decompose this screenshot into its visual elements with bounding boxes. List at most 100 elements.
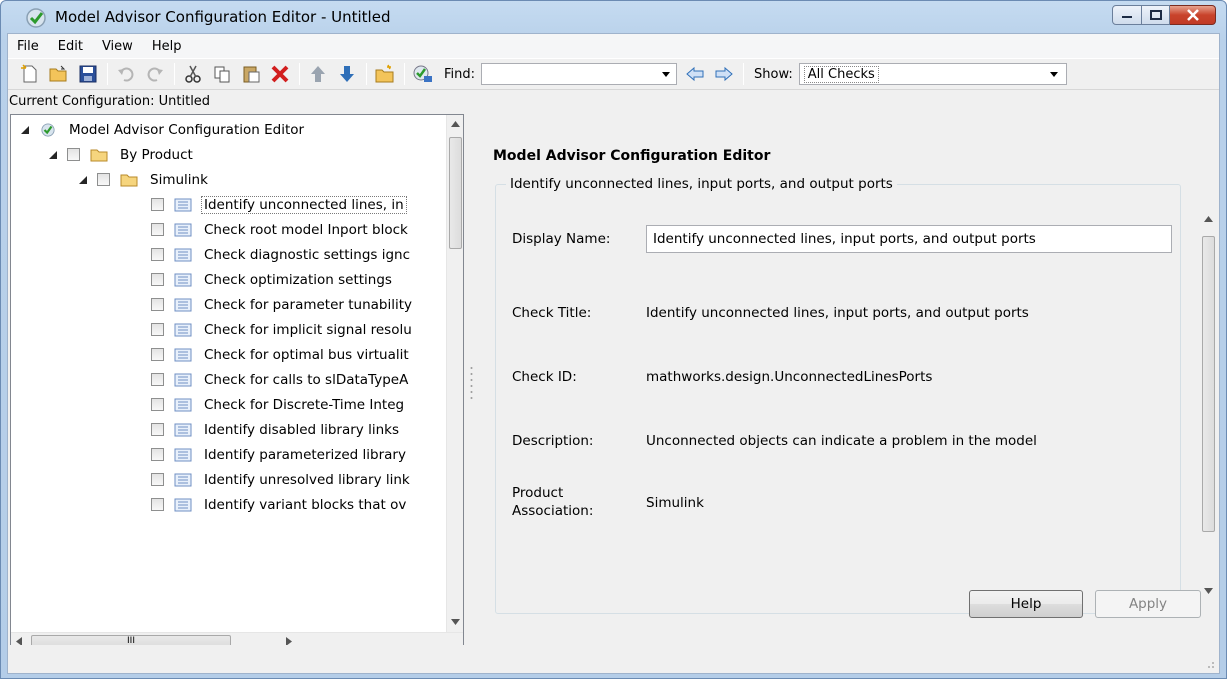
maximize-button[interactable] (1142, 5, 1170, 25)
toolbar-separator (174, 63, 175, 85)
tree-check-item[interactable]: Check diagnostic settings ignc (151, 242, 412, 267)
checkbox[interactable] (151, 373, 164, 386)
panel-splitter[interactable] (470, 364, 473, 404)
cut-button[interactable] (181, 62, 205, 86)
save-icon (79, 65, 97, 83)
maximize-icon (1149, 10, 1162, 20)
tree-check-item[interactable]: Identify unresolved library link (151, 467, 412, 492)
tree-check-item[interactable]: Check for optimal bus virtualit (151, 342, 411, 367)
tree-check-item[interactable]: Identify variant blocks that ov (151, 492, 408, 517)
checkbox[interactable] (151, 248, 164, 261)
tree-node-by-product[interactable]: By Product (49, 142, 195, 167)
close-button[interactable] (1170, 5, 1216, 25)
check-title-value: Identify unconnected lines, input ports,… (646, 305, 1029, 321)
save-button[interactable] (76, 62, 100, 86)
chevron-down-icon[interactable] (1049, 72, 1058, 77)
resize-grip-icon[interactable] (1205, 659, 1215, 669)
help-button[interactable]: Help (969, 590, 1083, 618)
delete-button[interactable] (268, 62, 292, 86)
checkbox[interactable] (151, 223, 164, 236)
scroll-thumb[interactable] (449, 137, 462, 249)
tree-check-item[interactable]: Check root model Inport block (151, 217, 410, 242)
tree-check-item[interactable]: Identify parameterized library (151, 442, 408, 467)
tree-vertical-scrollbar[interactable] (446, 115, 463, 633)
properties-vertical-scrollbar[interactable] (1200, 206, 1217, 618)
checkbox[interactable] (151, 398, 164, 411)
scroll-thumb[interactable] (1202, 236, 1215, 532)
minimize-button[interactable] (1112, 5, 1142, 25)
tree-check-item[interactable]: Check for Discrete-Time Integ (151, 392, 406, 417)
display-name-value: Identify unconnected lines, input ports,… (653, 231, 1036, 247)
checkbox[interactable] (151, 348, 164, 361)
check-item-icon (174, 373, 192, 386)
find-previous-button[interactable] (683, 62, 707, 86)
checkbox[interactable] (151, 423, 164, 436)
model-advisor-button[interactable] (411, 62, 435, 86)
minimize-icon (1122, 16, 1132, 18)
menu-help[interactable]: Help (147, 37, 192, 56)
checkbox[interactable] (151, 273, 164, 286)
product-association-label-line2: Association: (512, 503, 594, 519)
move-up-button[interactable] (306, 62, 330, 86)
checkbox[interactable] (151, 298, 164, 311)
checkbox[interactable] (151, 448, 164, 461)
menu-view[interactable]: View (97, 37, 143, 56)
display-name-input[interactable]: Identify unconnected lines, input ports,… (646, 225, 1172, 253)
paste-button[interactable] (239, 62, 263, 86)
copy-button[interactable] (210, 62, 234, 86)
checkbox[interactable] (151, 323, 164, 336)
tree-check-item[interactable]: Check for implicit signal resolu (151, 317, 414, 342)
toolbar-separator (404, 63, 405, 85)
arrow-down-icon (340, 66, 354, 82)
chevron-down-icon[interactable] (662, 72, 671, 77)
tree-node-root[interactable]: Model Advisor Configuration Editor (21, 117, 306, 142)
check-item-icon (174, 248, 192, 261)
scroll-up-arrow-icon[interactable] (451, 121, 460, 127)
check-item-label: Identify disabled library links (204, 421, 399, 438)
tree-node-simulink[interactable]: Simulink (79, 167, 210, 192)
new-button[interactable] (18, 62, 42, 86)
redo-icon (147, 67, 163, 82)
new-folder-button[interactable] (373, 62, 397, 86)
new-file-icon (21, 64, 37, 83)
tree-check-item[interactable]: Identify unconnected lines, in (151, 192, 407, 217)
check-item-icon (174, 448, 192, 461)
checkbox[interactable] (67, 148, 80, 161)
show-label: Show: (754, 66, 793, 82)
open-button[interactable] (47, 62, 71, 86)
tree-check-item[interactable]: Check for calls to slDataTypeA (151, 367, 410, 392)
tree-check-item[interactable]: Check optimization settings (151, 267, 394, 292)
scroll-down-arrow-icon[interactable] (1204, 588, 1213, 594)
find-next-button[interactable] (712, 62, 736, 86)
move-down-button[interactable] (335, 62, 359, 86)
check-item-label: Check for implicit signal resolu (204, 321, 412, 338)
menu-edit[interactable]: Edit (53, 37, 93, 56)
menu-file[interactable]: File (12, 37, 49, 56)
expand-arrow-icon[interactable] (49, 150, 57, 159)
redo-button[interactable] (143, 62, 167, 86)
configuration-tree[interactable]: Model Advisor Configuration Editor By Pr… (10, 114, 464, 650)
find-combobox[interactable] (481, 63, 678, 85)
check-item-icon (174, 398, 192, 411)
check-item-label: Check for Discrete-Time Integ (204, 396, 405, 413)
check-item-icon (174, 473, 192, 486)
checkbox[interactable] (151, 473, 164, 486)
check-item-icon (174, 273, 192, 286)
scroll-up-arrow-icon[interactable] (1204, 216, 1213, 222)
arrow-left-icon (686, 66, 704, 82)
expand-arrow-icon[interactable] (21, 125, 29, 134)
show-combobox[interactable]: All Checks (798, 63, 1067, 85)
undo-button[interactable] (114, 62, 138, 86)
expand-arrow-icon[interactable] (79, 175, 87, 184)
checkbox[interactable] (97, 173, 110, 186)
tree-check-item[interactable]: Check for parameter tunability (151, 292, 414, 317)
title-bar[interactable]: Model Advisor Configuration Editor - Unt… (1, 1, 1226, 33)
checkbox[interactable] (151, 498, 164, 511)
checkbox[interactable] (151, 198, 164, 211)
check-item-label: Check for calls to slDataTypeA (204, 371, 409, 388)
scroll-down-arrow-icon[interactable] (451, 619, 460, 625)
apply-button[interactable]: Apply (1095, 590, 1201, 618)
check-title-label: Check Title: (512, 305, 592, 321)
check-item-label: Check root model Inport block (204, 221, 408, 238)
tree-check-item[interactable]: Identify disabled library links (151, 417, 401, 442)
